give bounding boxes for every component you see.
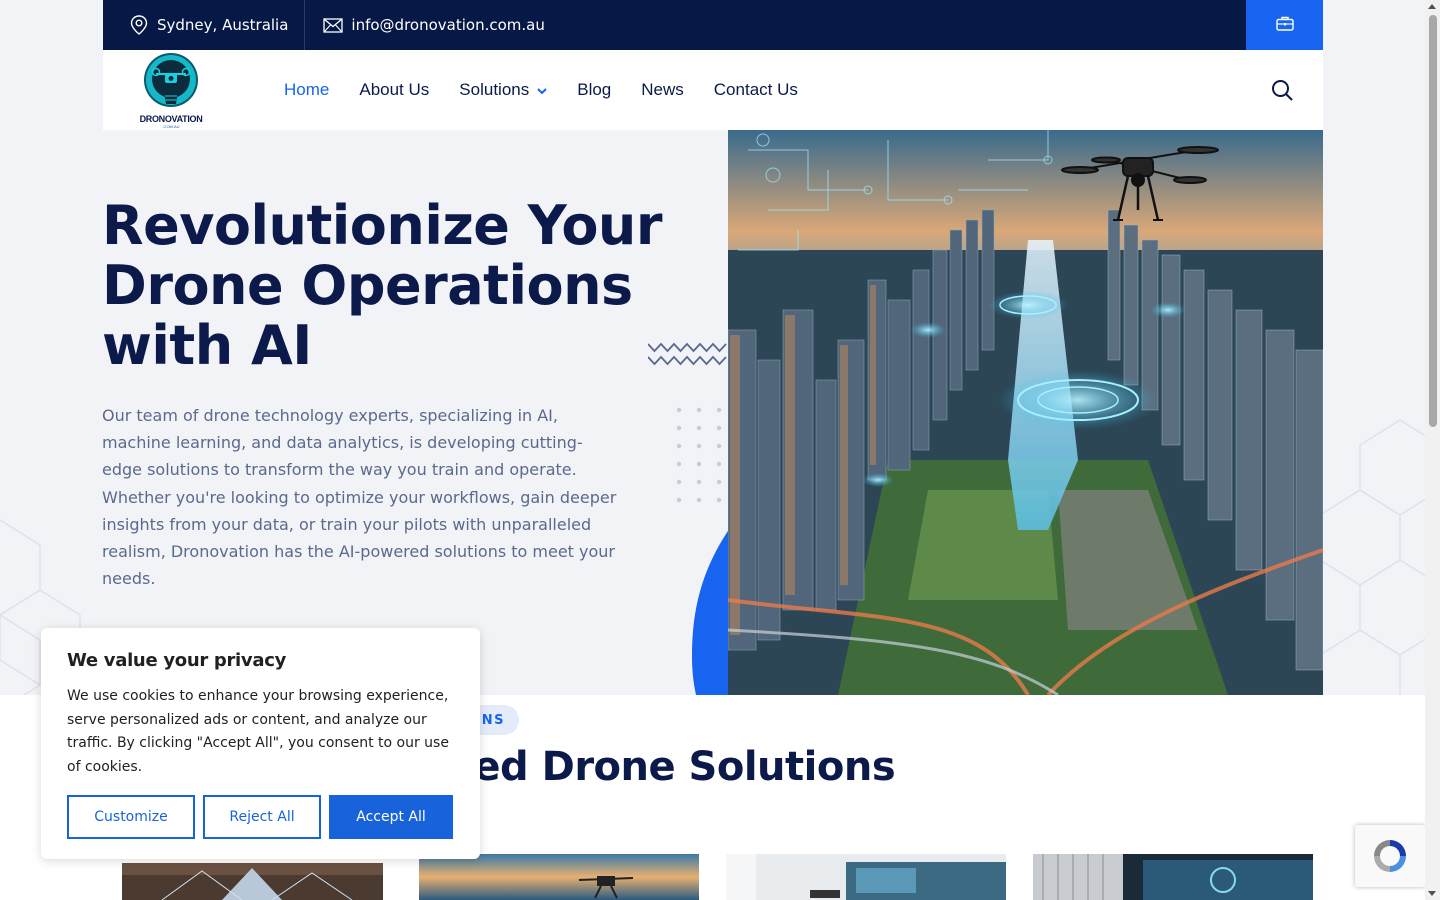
dots-decoration <box>676 407 722 503</box>
scroll-up-arrow-icon[interactable] <box>1428 4 1436 9</box>
location-text: Sydney, Australia <box>157 16 289 34</box>
nav-item-contact-us[interactable]: Contact Us <box>714 80 798 100</box>
hero-image <box>728 130 1323 695</box>
nav-menu: Home About Us Solutions Blog News Contac… <box>284 50 828 130</box>
nav-item-news[interactable]: News <box>641 80 684 100</box>
nav-item-about-us[interactable]: About Us <box>359 80 429 100</box>
briefcase-button[interactable] <box>1246 0 1323 50</box>
top-bar: Sydney, Australia info@dronovation.com.a… <box>103 0 1323 50</box>
reject-all-button[interactable]: Reject All <box>203 795 321 839</box>
nav-item-solutions-label: Solutions <box>459 80 530 99</box>
scroll-down-arrow-icon[interactable] <box>1428 891 1436 896</box>
page-scrollbar[interactable] <box>1425 0 1440 900</box>
hero-description: Our team of drone technology experts, sp… <box>102 406 617 589</box>
main-navbar: DRONOVATION .COM.AU Home About Us Soluti… <box>103 50 1323 130</box>
recaptcha-badge[interactable] <box>1355 825 1425 887</box>
cookie-buttons: Customize Reject All Accept All <box>67 795 461 839</box>
location-item: Sydney, Australia <box>103 0 304 50</box>
logo-bulb-icon <box>144 53 198 107</box>
hero-title: Revolutionize Your Drone Operations with… <box>102 194 663 377</box>
map-pin-icon <box>129 15 149 35</box>
briefcase-icon <box>1275 16 1294 35</box>
cookie-consent-banner: We value your privacy We use cookies to … <box>41 628 480 859</box>
scrollbar-thumb[interactable] <box>1429 15 1437 427</box>
solution-card-1-image[interactable] <box>122 863 383 900</box>
recaptcha-icon <box>1374 840 1406 872</box>
email-link[interactable]: info@dronovation.com.au <box>351 16 544 34</box>
zigzag-decoration <box>648 342 727 366</box>
solution-card-2-image[interactable] <box>419 854 699 900</box>
solution-card-4-image[interactable] <box>1033 854 1313 900</box>
solution-card-3-image[interactable] <box>726 854 1006 900</box>
cookie-title: We value your privacy <box>67 650 286 671</box>
logo-text: DRONOVATION <box>139 114 203 124</box>
chevron-down-icon <box>537 80 547 100</box>
logo-subtext: .COM.AU <box>162 124 180 129</box>
site-logo[interactable]: DRONOVATION .COM.AU <box>136 52 206 129</box>
nav-item-home[interactable]: Home <box>284 80 329 100</box>
nav-item-blog[interactable]: Blog <box>577 80 611 100</box>
envelope-icon <box>323 15 344 35</box>
cookie-text: We use cookies to enhance your browsing … <box>67 688 449 775</box>
email-item[interactable]: info@dronovation.com.au <box>305 0 560 50</box>
customize-button[interactable]: Customize <box>67 795 195 839</box>
search-icon[interactable] <box>1271 79 1293 101</box>
nav-item-solutions[interactable]: Solutions <box>459 80 547 100</box>
accept-all-button[interactable]: Accept All <box>329 795 453 839</box>
